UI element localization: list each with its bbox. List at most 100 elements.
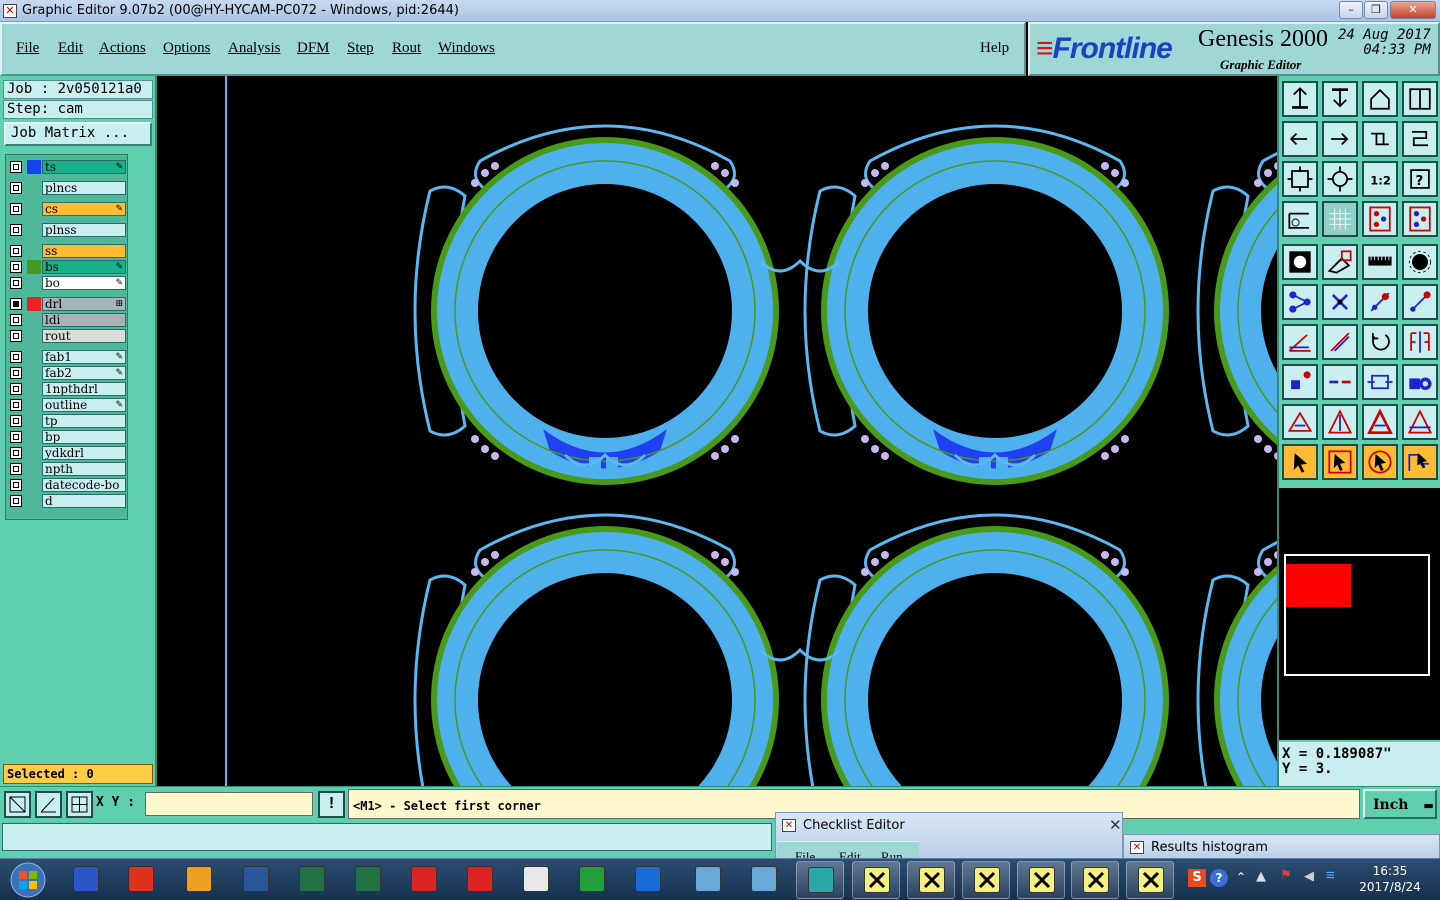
- tool-button-37[interactable]: [1282, 444, 1318, 480]
- tool-button-38[interactable]: [1322, 444, 1358, 480]
- layer-name[interactable]: plnss: [42, 223, 126, 237]
- snap-mode-button[interactable]: [4, 791, 31, 818]
- layer-name[interactable]: ldi: [42, 313, 126, 327]
- menu-dfm[interactable]: DFM: [297, 40, 330, 57]
- layer-name[interactable]: npth: [42, 462, 126, 476]
- tool-button-27[interactable]: [1362, 324, 1398, 360]
- layer-row-1npthdrl[interactable]: 1npthdrl: [7, 382, 128, 396]
- layer-checkbox[interactable]: [10, 224, 22, 236]
- tool-button-22[interactable]: [1322, 284, 1358, 320]
- layer-row-outline[interactable]: outline ✎: [7, 398, 128, 412]
- angle-mode-button[interactable]: [35, 791, 62, 818]
- tool-button-29[interactable]: [1282, 364, 1318, 400]
- layer-row-ldi[interactable]: ldi: [7, 313, 128, 327]
- tool-button-23[interactable]: [1362, 284, 1398, 320]
- tray-network-icon[interactable]: ▲: [1256, 869, 1266, 884]
- layer-row-npth[interactable]: npth: [7, 462, 128, 476]
- taskbar-item[interactable]: [796, 861, 844, 899]
- taskbar-item[interactable]: [62, 861, 110, 899]
- menu-file[interactable]: File: [16, 40, 39, 57]
- overview-map[interactable]: [1279, 488, 1440, 740]
- taskbar-item[interactable]: [568, 861, 616, 899]
- restore-button[interactable]: ❐: [1364, 1, 1388, 19]
- layer-name[interactable]: bo ✎: [42, 276, 126, 290]
- taskbar-item[interactable]: [907, 861, 955, 899]
- layer-name[interactable]: fab1 ✎: [42, 350, 126, 364]
- menu-help[interactable]: Help: [980, 40, 1009, 57]
- layer-checkbox[interactable]: [10, 298, 22, 310]
- layer-checkbox[interactable]: [10, 495, 22, 507]
- layer-color-swatch[interactable]: [27, 260, 41, 274]
- layer-row-ts[interactable]: ts ✎: [7, 160, 128, 174]
- taskbar-item[interactable]: [232, 861, 280, 899]
- layer-row-bp[interactable]: bp: [7, 430, 128, 444]
- tool-button-10[interactable]: [1322, 161, 1358, 197]
- layer-row-bs[interactable]: bs ✎: [7, 260, 128, 274]
- layer-checkbox[interactable]: [10, 463, 22, 475]
- overview-viewport[interactable]: [1286, 564, 1351, 607]
- layer-name[interactable]: plncs: [42, 181, 126, 195]
- tool-button-28[interactable]: [1402, 324, 1438, 360]
- layer-name[interactable]: datecode-bo: [42, 478, 126, 492]
- tool-button-35[interactable]: [1362, 404, 1398, 440]
- layer-checkbox[interactable]: [10, 261, 22, 273]
- tray-app-icon[interactable]: S: [1188, 869, 1206, 887]
- layer-row-d[interactable]: d: [7, 494, 128, 508]
- tool-button-5[interactable]: [1282, 121, 1318, 157]
- tool-button-11[interactable]: 1:2: [1362, 161, 1398, 197]
- tool-button-4[interactable]: [1402, 81, 1438, 117]
- layer-name[interactable]: rout: [42, 329, 126, 343]
- layer-color-swatch[interactable]: [27, 297, 41, 311]
- taskbar-item[interactable]: [962, 861, 1010, 899]
- layer-row-ss[interactable]: ss: [7, 244, 128, 258]
- layer-name[interactable]: fab2 ✎: [42, 366, 126, 380]
- grid-mode-button[interactable]: [66, 791, 93, 818]
- board-view[interactable]: [157, 76, 1277, 786]
- system-clock[interactable]: 16:35 2017/8/24: [1352, 863, 1428, 895]
- layer-checkbox[interactable]: [10, 182, 22, 194]
- layer-name[interactable]: cs ✎: [42, 202, 126, 216]
- close-button[interactable]: ✕: [1390, 1, 1436, 19]
- tool-button-40[interactable]: [1402, 444, 1438, 480]
- tool-button-24[interactable]: [1402, 284, 1438, 320]
- tool-button-8[interactable]: [1402, 121, 1438, 157]
- layer-row-cs[interactable]: cs ✎: [7, 202, 128, 216]
- tool-button-39[interactable]: [1362, 444, 1398, 480]
- layer-row-rout[interactable]: rout: [7, 329, 128, 343]
- layer-checkbox[interactable]: [10, 479, 22, 491]
- tool-button-1[interactable]: [1282, 81, 1318, 117]
- menu-edit[interactable]: Edit: [58, 40, 83, 57]
- tool-button-34[interactable]: [1322, 404, 1358, 440]
- checklist-close-icon[interactable]: ✕: [1109, 816, 1122, 834]
- layer-checkbox[interactable]: [10, 245, 22, 257]
- tool-button-32[interactable]: [1402, 364, 1438, 400]
- menu-options[interactable]: Options: [163, 40, 211, 57]
- layer-row-tp[interactable]: tp: [7, 414, 128, 428]
- tool-button-6[interactable]: [1322, 121, 1358, 157]
- taskbar-item[interactable]: [512, 861, 560, 899]
- tool-button-3[interactable]: [1362, 81, 1398, 117]
- menu-actions[interactable]: Actions: [99, 40, 146, 57]
- taskbar-item[interactable]: [175, 861, 223, 899]
- tool-button-14[interactable]: [1322, 201, 1358, 237]
- layer-row-datecode-bo[interactable]: datecode-bo: [7, 478, 128, 492]
- tool-button-33[interactable]: [1282, 404, 1318, 440]
- layer-name[interactable]: bp: [42, 430, 126, 444]
- results-histogram-window[interactable]: ✕ Results histogram: [1123, 834, 1440, 860]
- tool-button-36[interactable]: [1402, 404, 1438, 440]
- menu-step[interactable]: Step: [347, 40, 374, 57]
- layer-checkbox[interactable]: [10, 277, 22, 289]
- tool-button-9[interactable]: [1282, 161, 1318, 197]
- graphic-canvas[interactable]: [157, 76, 1277, 786]
- layer-name[interactable]: ts ✎: [42, 160, 126, 174]
- unit-selector[interactable]: Inch ▬: [1363, 789, 1437, 819]
- alert-button[interactable]: !: [318, 791, 345, 818]
- tool-button-13[interactable]: [1282, 201, 1318, 237]
- menu-rout[interactable]: Rout: [392, 40, 421, 57]
- tool-button-7[interactable]: [1362, 121, 1398, 157]
- layer-checkbox[interactable]: [10, 161, 22, 173]
- layer-name[interactable]: ss: [42, 244, 126, 258]
- layer-name[interactable]: outline ✎: [42, 398, 126, 412]
- tool-button-2[interactable]: [1322, 81, 1358, 117]
- layer-name[interactable]: drl ⊞: [42, 297, 126, 311]
